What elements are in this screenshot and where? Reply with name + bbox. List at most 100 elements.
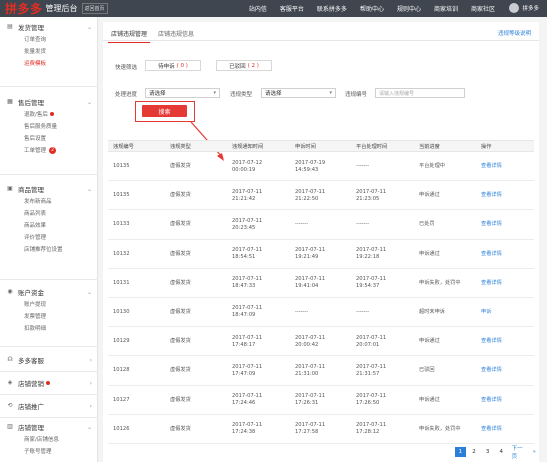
cell-handled-time: ------- xyxy=(356,152,369,181)
sidebar-item-recommend-slot[interactable]: 店铺推荐位设置 xyxy=(0,243,98,255)
sidebar-item-deduction[interactable]: 扣款明细 xyxy=(0,322,98,334)
next-page-button[interactable]: 下一页 xyxy=(510,446,530,460)
cell-action-link[interactable]: 查看详情 xyxy=(481,240,502,269)
sidebar-item-reviews[interactable]: 评价管理 xyxy=(0,231,98,243)
page-1-button[interactable]: 1 xyxy=(455,447,466,457)
cell-text: 申诉通过 xyxy=(419,192,440,199)
cell-text: 2017-07-11 xyxy=(356,247,387,254)
cell-handled-time: 2017-07-11 17:28:12 xyxy=(356,415,386,444)
cell-text: 平台处理中 xyxy=(419,163,445,169)
cell-text: 2017-07-11 xyxy=(356,422,387,429)
cell-text[interactable]: 查看详情 xyxy=(481,221,502,228)
cell-action-link[interactable]: 查看详情 xyxy=(481,386,502,415)
cell-action-link[interactable]: 查看详情 xyxy=(481,152,502,181)
cell-action-link[interactable]: 查看详情 xyxy=(481,327,502,356)
cell-appeal-time: 2017-07-11 17:27:58 xyxy=(295,415,325,444)
cell-type: 虚假发货 xyxy=(170,356,191,385)
sidebar-head-cs[interactable]: ☊ 多多客服 › xyxy=(0,354,98,366)
sidebar-head-account[interactable]: ◉ 账户资金 ⌄ xyxy=(0,286,98,298)
nav-contact[interactable]: 联系拼多多 xyxy=(317,4,347,13)
nav-rules[interactable]: 规则中心 xyxy=(397,4,421,13)
nav-help[interactable]: 帮助中心 xyxy=(360,4,384,13)
cell-text: 20:07:01 xyxy=(356,341,380,348)
chevron-right-icon: › xyxy=(89,357,92,364)
cell-handled-time: 2017-07-11 19:22:18 xyxy=(356,240,386,269)
cell-action-link[interactable]: 查看详情 xyxy=(481,356,502,385)
sidebar-item-service-quality[interactable]: 售后服务质量 xyxy=(0,120,98,132)
last-page-button[interactable]: » xyxy=(533,447,536,457)
cell-text[interactable]: 查看详情 xyxy=(481,338,502,345)
cell-action-link[interactable]: 查看详情 xyxy=(481,269,502,298)
cell-text[interactable]: 申诉 xyxy=(481,309,491,316)
sidebar-item-aftersale-settings[interactable]: 售后设置 xyxy=(0,132,98,144)
cell-text: ------- xyxy=(295,221,309,228)
nav-training[interactable]: 商家培训 xyxy=(434,4,458,13)
page-3-button[interactable]: 3 xyxy=(482,447,493,457)
table-row: 10132 虚假发货 2017-07-11 18:54:51 2017-07-11 19:… xyxy=(108,240,534,269)
cell-text: 虚假发货 xyxy=(170,250,191,257)
sidebar-head-shipping[interactable]: ▤ 发货管理 ⌄ xyxy=(0,21,98,33)
sidebar-item-goods-effect[interactable]: 商品效果 xyxy=(0,219,98,231)
sidebar-item-withdraw[interactable]: 账户提现 xyxy=(0,298,98,310)
sidebar-divider xyxy=(0,279,98,280)
nav-service-platform[interactable]: 客服平台 xyxy=(280,4,304,13)
cell-notice-time: 2017-07-11 17:24:38 xyxy=(232,415,262,444)
cell-handled-time: 2017-07-11 19:54:37 xyxy=(356,269,386,298)
sidebar-head-marketing[interactable]: ◈ 店铺营销 › xyxy=(0,377,98,389)
sidebar-item-publish-goods[interactable]: 发布新商品 xyxy=(0,195,98,207)
cell-action-link[interactable]: 查看详情 xyxy=(481,210,502,239)
cell-text: 19:54:37 xyxy=(356,283,380,290)
sidebar-head-label: 商品管理 xyxy=(18,186,44,194)
table-row: 10130 虚假发货 2017-07-11 18:47:09 ------- ------… xyxy=(108,298,534,328)
sidebar-item-order-query[interactable]: 订单查询 xyxy=(0,33,98,45)
sidebar-head-promote[interactable]: ⟲ 店铺推广 › xyxy=(0,400,98,412)
sidebar-item-freight-template[interactable]: 运费模板 xyxy=(0,57,98,69)
user-menu[interactable]: 拼多多 xyxy=(509,3,539,13)
sidebar-item-batch-ship[interactable]: 批量发货 xyxy=(0,45,98,57)
cell-text[interactable]: 查看详情 xyxy=(481,367,502,374)
cell-appeal-time: 2017-07-19 14:59:43 xyxy=(295,152,325,181)
table-header: 违规编号 违规类型 违规通知时间 申诉时间 平台处理时间 当前进度 操作 xyxy=(108,140,534,152)
sidebar-item-goods-list[interactable]: 商品列表 xyxy=(0,207,98,219)
cell-action-link[interactable]: 申诉 xyxy=(481,298,491,327)
cell-text[interactable]: 查看详情 xyxy=(481,192,502,199)
page-4-button[interactable]: 4 xyxy=(496,447,507,457)
table-row: 10135 虚假发货 2017-07-11 21:21:42 2017-07-11 21:… xyxy=(108,181,534,211)
cell-text[interactable]: 查看详情 xyxy=(481,251,502,258)
cell-action-link[interactable]: 查看详情 xyxy=(481,415,502,444)
cell-notice-time: 2017-07-11 18:47:09 xyxy=(232,298,262,327)
cell-notice-time: 2017-07-11 21:21:42 xyxy=(232,181,262,210)
cell-text: 2017-07-11 xyxy=(356,393,387,399)
sidebar-item-subaccount[interactable]: 子账号管理 xyxy=(0,445,98,457)
sidebar-head-label: 售后管理 xyxy=(18,99,44,107)
cell-text: ------- xyxy=(295,308,309,315)
sidebar-group-aftersale: ▦ 售后管理 ⌄ 退款/售后 售后服务质量 售后设置 工单管理 2 xyxy=(0,96,98,156)
cell-action-link[interactable]: 查看详情 xyxy=(481,181,502,210)
cell-text: 2017-07-11 xyxy=(232,334,263,341)
cell-text[interactable]: 查看详情 xyxy=(481,163,502,170)
sidebar-head-goods[interactable]: ▣ 商品管理 ⌄ xyxy=(0,183,98,195)
back-home-button[interactable]: 返回首页 xyxy=(81,3,108,14)
cell-text: 虚假发货 xyxy=(170,221,191,228)
logo-area[interactable]: 拼多多 管理后台 返回首页 xyxy=(5,0,108,17)
cell-text[interactable]: 查看详情 xyxy=(481,280,502,287)
cell-text: 已驳回 xyxy=(419,367,435,374)
table-row: 10129 虚假发货 2017-07-11 17:48:17 2017-07-11 20:… xyxy=(108,327,534,357)
cell-notice-time: 2017-07-11 17:48:17 xyxy=(232,327,262,356)
cell-text[interactable]: 查看详情 xyxy=(481,397,502,404)
cell-type: 虚假发货 xyxy=(170,269,191,298)
cell-type: 虚假发货 xyxy=(170,152,191,181)
sidebar-item-ticket[interactable]: 工单管理 2 xyxy=(0,144,98,156)
sidebar-head-aftersale[interactable]: ▦ 售后管理 ⌄ xyxy=(0,96,98,108)
cell-text: 申诉通过 xyxy=(419,250,440,257)
cell-text[interactable]: 查看详情 xyxy=(481,426,502,433)
cell-status: 申诉通过 xyxy=(419,240,440,269)
sidebar-item-invoice[interactable]: 发票管理 xyxy=(0,310,98,322)
sidebar-item-refund[interactable]: 退款/售后 xyxy=(0,108,98,120)
page-2-button[interactable]: 2 xyxy=(469,447,480,457)
sidebar-head-store[interactable]: ▥ 店铺管理 ⌄ xyxy=(0,421,98,433)
nav-community[interactable]: 商家社区 xyxy=(471,4,495,13)
nav-inbox[interactable]: 站内信 xyxy=(249,4,267,13)
logo[interactable]: 拼多多 xyxy=(5,0,43,17)
sidebar-item-store-info[interactable]: 商家/店铺信息 xyxy=(0,433,98,445)
